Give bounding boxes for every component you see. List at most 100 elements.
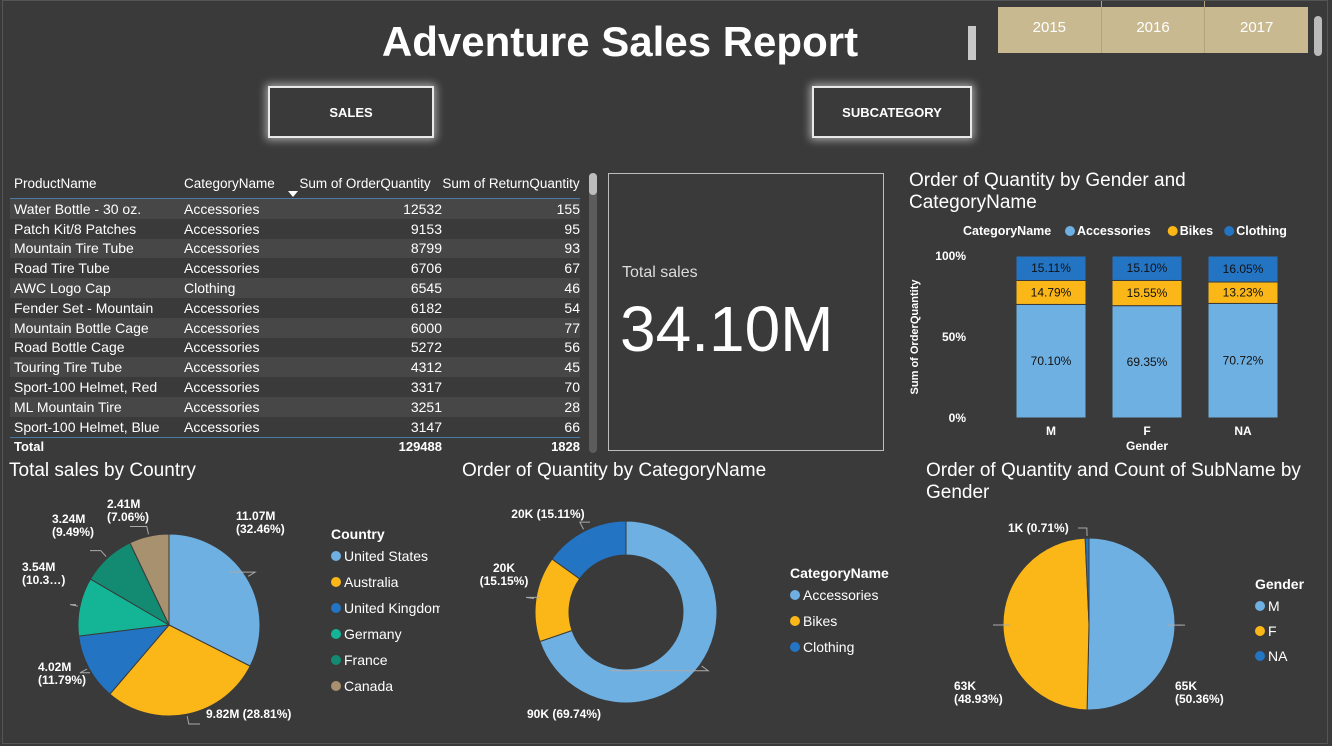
order-quantity-cell: 5272 bbox=[410, 339, 442, 356]
category-name-cell: Accessories bbox=[184, 359, 260, 376]
return-quantity-cell: 28 bbox=[564, 398, 580, 415]
product-name-cell: ML Mountain Tire bbox=[14, 398, 122, 415]
return-quantity-cell: 95 bbox=[564, 220, 580, 237]
pie-legend-item-france: France bbox=[344, 652, 388, 668]
bar-legend-dot bbox=[1224, 226, 1235, 236]
y-tick-label: 0% bbox=[949, 411, 967, 425]
pie-data-label: 2.41M (7.06%) bbox=[107, 497, 149, 524]
gender-chart-title: Order of Quantity and Count of SubName b… bbox=[926, 460, 1301, 503]
category-name-cell: Accessories bbox=[184, 240, 260, 257]
order-quantity-cell: 3147 bbox=[410, 418, 442, 435]
x-tick-label: M bbox=[1046, 424, 1056, 438]
return-quantity-cell: 155 bbox=[556, 200, 580, 217]
country-chart-title: Total sales by Country bbox=[9, 460, 196, 481]
product-name-cell: Mountain Tire Tube bbox=[14, 240, 134, 257]
table-row[interactable]: Mountain Bottle Cage Accessories 6000 77 bbox=[10, 317, 580, 338]
product-name-cell: Fender Set - Mountain bbox=[14, 299, 154, 316]
order-quantity-cell: 6182 bbox=[410, 299, 442, 316]
pie-legend-item-bikes: Bikes bbox=[803, 613, 837, 629]
pie-slice-m bbox=[1086, 537, 1176, 711]
column-header-orderquantity[interactable]: Sum of OrderQuantity bbox=[288, 176, 442, 191]
table-scrollbar-track[interactable] bbox=[589, 173, 597, 453]
y-tick-label: 50% bbox=[942, 330, 966, 344]
bar-legend-accessories: Accessories bbox=[1077, 224, 1151, 238]
table-row[interactable]: Road Bottle Cage Accessories 5272 56 bbox=[10, 338, 580, 358]
total-label: Total bbox=[14, 439, 45, 455]
order-quantity-cell: 9153 bbox=[410, 220, 442, 237]
column-header-productname[interactable]: ProductName bbox=[10, 176, 184, 191]
return-quantity-cell: 46 bbox=[564, 280, 580, 297]
pie-legend-dot bbox=[790, 590, 800, 600]
pie-legend-item-f: F bbox=[1268, 623, 1277, 639]
pie-legend-item-canada: Canada bbox=[344, 678, 393, 694]
pie-legend-title: CategoryName bbox=[790, 565, 889, 581]
column-header-categoryname[interactable]: CategoryName bbox=[184, 176, 288, 191]
order-quantity-cell: 12532 bbox=[403, 200, 442, 217]
product-name-cell: Water Bottle - 30 oz. bbox=[14, 200, 142, 217]
category-name-cell: Accessories bbox=[184, 200, 260, 217]
category-name-cell: Accessories bbox=[184, 418, 260, 435]
order-quantity-cell: 3317 bbox=[410, 379, 442, 396]
table-row[interactable]: ML Mountain Tire Accessories 3251 28 bbox=[10, 396, 580, 417]
table-scrollbar-thumb[interactable] bbox=[589, 173, 597, 195]
product-name-cell: AWC Logo Cap bbox=[14, 280, 111, 297]
sales-button[interactable]: SALES bbox=[268, 86, 434, 138]
pie-legend-dot bbox=[790, 616, 800, 626]
return-quantity-cell: 56 bbox=[564, 339, 580, 356]
pie-legend-dot bbox=[331, 655, 341, 665]
page-scrollbar[interactable] bbox=[1314, 16, 1322, 56]
table-row[interactable]: Touring Tire Tube Accessories 4312 45 bbox=[10, 357, 580, 378]
year-slicer[interactable]: 2015 2016 2017 bbox=[998, 1, 1308, 53]
table-row[interactable]: Water Bottle - 30 oz. Accessories 12532 155 bbox=[10, 199, 580, 219]
table-row[interactable]: Sport-100 Helmet, Blue Accessories 3147 66 bbox=[10, 417, 580, 437]
category-donut-chart: 90K (69.74%) 20K (15.15%) 20K (15.11%) Categ… bbox=[480, 507, 889, 721]
pie-data-label: 1K (0.71%) bbox=[1008, 521, 1069, 535]
year-2016-button[interactable]: 2016 bbox=[1102, 1, 1206, 53]
table-total-row: Total 129488 1828 bbox=[10, 436, 580, 456]
bar-legend-dot bbox=[1167, 226, 1178, 236]
title-accent-bar bbox=[968, 26, 976, 60]
return-quantity-cell: 45 bbox=[564, 359, 580, 376]
year-2015-button[interactable]: 2015 bbox=[998, 1, 1102, 53]
gender-pie-chart: 65K (50.36%) 63K (48.93%) 1K (0.71%) Gender MF… bbox=[954, 521, 1305, 711]
year-2017-button[interactable]: 2017 bbox=[1205, 1, 1308, 53]
pie-data-label: 11.07M (32.46%) bbox=[236, 509, 285, 536]
subcategory-button[interactable]: SUBCATEGORY bbox=[812, 86, 972, 138]
table-row[interactable]: Patch Kit/8 Patches Accessories 9153 95 bbox=[10, 219, 580, 239]
return-quantity-cell: 93 bbox=[564, 240, 580, 257]
product-name-cell: Touring Tire Tube bbox=[14, 359, 123, 376]
order-quantity-cell: 3251 bbox=[410, 398, 442, 415]
pie-data-label: 90K (69.74%) bbox=[527, 707, 601, 721]
category-name-cell: Accessories bbox=[184, 398, 260, 415]
product-name-cell: Patch Kit/8 Patches bbox=[14, 220, 137, 237]
pie-legend-dot bbox=[331, 629, 341, 639]
x-tick-label: F bbox=[1143, 424, 1150, 438]
total-returnquantity: 1828 bbox=[551, 439, 580, 455]
product-table: ProductName CategoryName Sum of OrderQua… bbox=[10, 168, 580, 456]
table-body: Water Bottle - 30 oz. Accessories 12532 155… bbox=[10, 199, 580, 437]
table-row[interactable]: Fender Set - Mountain Accessories 6182 54 bbox=[10, 298, 580, 318]
pie-data-label: 20K (15.15%) bbox=[480, 561, 529, 588]
pie-leader-line bbox=[69, 604, 79, 607]
pie-legend-dot bbox=[331, 577, 341, 587]
table-row[interactable]: AWC Logo Cap Clothing 6545 46 bbox=[10, 278, 580, 298]
category-name-cell: Accessories bbox=[184, 379, 260, 396]
pie-leader-line bbox=[579, 521, 590, 530]
return-quantity-cell: 70 bbox=[564, 379, 580, 396]
bar-data-label: 15.11% bbox=[1031, 261, 1071, 275]
category-name-cell: Accessories bbox=[184, 220, 260, 237]
pie-data-label: 9.82M (28.81%) bbox=[206, 707, 291, 721]
pie-legend-dot bbox=[331, 681, 341, 691]
column-header-returnquantity[interactable]: Sum of ReturnQuantity bbox=[442, 176, 580, 191]
pie-legend-dot bbox=[790, 642, 800, 652]
return-quantity-cell: 77 bbox=[564, 319, 580, 336]
table-row[interactable]: Road Tire Tube Accessories 6706 67 bbox=[10, 258, 580, 278]
pie-data-label: 63K (48.93%) bbox=[954, 679, 1003, 706]
pie-legend-item-na: NA bbox=[1268, 648, 1288, 664]
y-axis-label: Sum of OrderQuantity bbox=[909, 279, 921, 395]
sort-desc-icon bbox=[288, 191, 298, 197]
table-row[interactable]: Sport-100 Helmet, Red Accessories 3317 70 bbox=[10, 377, 580, 397]
gender-category-stacked-bar-chart: CategoryName Accessories Bikes Clothing 0% 50… bbox=[909, 224, 1287, 453]
order-quantity-cell: 8799 bbox=[410, 240, 442, 257]
table-row[interactable]: Mountain Tire Tube Accessories 8799 93 bbox=[10, 238, 580, 259]
